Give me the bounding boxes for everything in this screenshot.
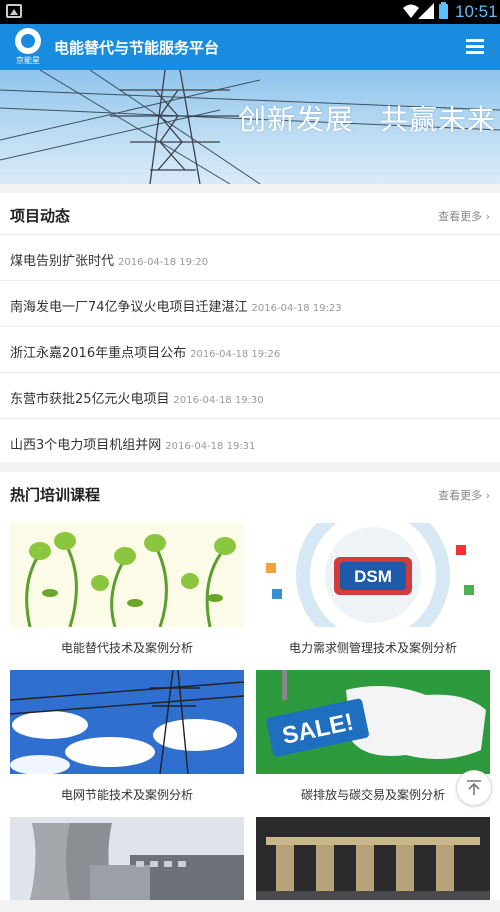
news-item[interactable]: 南海发电一厂74亿争议火电项目迁建湛江 2016-04-18 19:23: [0, 281, 500, 327]
news-section-header: 项目动态 查看更多 ›: [0, 193, 500, 235]
news-title: 浙江永嘉2016年重点项目公布: [10, 346, 187, 361]
news-time: 2016-04-18 19:31: [165, 441, 256, 452]
news-list: 煤电告别扩张时代 2016-04-18 19:20 南海发电一厂74亿争议火电项目…: [0, 235, 500, 465]
app-title: 电能替代与节能服务平台: [54, 39, 220, 57]
course-section-title: 热门培训课程: [10, 486, 101, 504]
course-thumbnail: [10, 523, 244, 627]
news-item[interactable]: 东营市获批25亿元火电项目 2016-04-18 19:30: [0, 373, 500, 419]
news-time: 2016-04-18 19:20: [118, 257, 209, 268]
clock: 10:51: [455, 2, 498, 21]
course-grid: 电能替代技术及案例分析 DSM 电力需求侧管理技术及案例分析 电网节能技术及案例…: [0, 515, 500, 900]
back-to-top-button[interactable]: [456, 770, 492, 806]
course-title: 电网节能技术及案例分析: [60, 788, 193, 802]
news-time: 2016-04-18 19:30: [173, 395, 264, 406]
news-time: 2016-04-18 19:26: [190, 349, 281, 360]
signal-icon: [418, 3, 434, 19]
news-title: 东营市获批25亿元火电项目: [10, 392, 170, 407]
banner-slogan-2: 共赢未来: [380, 103, 497, 136]
course-thumbnail: [256, 817, 490, 900]
logo-icon: [15, 28, 41, 54]
course-card[interactable]: SALE! 碳排放与碳交易及案例分析: [256, 670, 490, 803]
news-title: 山西3个电力项目机组并网: [10, 438, 162, 453]
course-thumbnail: DSM: [256, 523, 490, 627]
course-section-header: 热门培训课程 查看更多 ›: [0, 472, 500, 514]
news-title: 煤电告别扩张时代: [10, 254, 115, 269]
news-time: 2016-04-18 19:23: [251, 303, 342, 314]
banner-slogan: 创新发展 共赢未来: [238, 98, 496, 138]
course-more-link[interactable]: 查看更多 ›: [438, 487, 490, 503]
battery-icon: [439, 2, 448, 19]
app-logo[interactable]: 京能星: [12, 28, 44, 66]
news-item[interactable]: 浙江永嘉2016年重点项目公布 2016-04-18 19:26: [0, 327, 500, 373]
news-more-link[interactable]: 查看更多 ›: [438, 208, 490, 224]
course-thumbnail: [10, 670, 244, 774]
arrow-up-icon: [467, 780, 481, 795]
image-notification-icon: [6, 4, 22, 18]
course-card[interactable]: [256, 817, 490, 912]
course-title: 碳排放与碳交易及案例分析: [300, 788, 445, 802]
course-title: 电能替代技术及案例分析: [60, 641, 193, 655]
course-card[interactable]: 电网节能技术及案例分析: [10, 670, 244, 803]
news-title: 南海发电一厂74亿争议火电项目迁建湛江: [10, 300, 248, 315]
menu-icon[interactable]: [466, 39, 484, 55]
dsm-label: DSM: [354, 567, 392, 586]
app-bar: 京能星 电能替代与节能服务平台: [0, 24, 500, 70]
course-card[interactable]: DSM 电力需求侧管理技术及案例分析: [256, 523, 490, 656]
news-section-title: 项目动态: [10, 207, 71, 225]
hero-banner[interactable]: 创新发展 共赢未来: [0, 70, 500, 184]
status-bar: 10:51: [0, 0, 500, 24]
course-card[interactable]: 电能替代技术及案例分析: [10, 523, 244, 656]
wifi-icon: [403, 4, 419, 18]
course-thumbnail: SALE!: [256, 670, 490, 774]
news-item[interactable]: 煤电告别扩张时代 2016-04-18 19:20: [0, 235, 500, 281]
banner-slogan-1: 创新发展: [238, 103, 355, 136]
news-section: 项目动态 查看更多 › 煤电告别扩张时代 2016-04-18 19:20 南海发…: [0, 193, 500, 462]
course-title: 电力需求侧管理技术及案例分析: [288, 641, 457, 655]
course-card[interactable]: [10, 817, 244, 912]
news-item[interactable]: 山西3个电力项目机组并网 2016-04-18 19:31: [0, 419, 500, 465]
course-thumbnail: [10, 817, 244, 900]
logo-text: 京能星: [16, 56, 40, 65]
